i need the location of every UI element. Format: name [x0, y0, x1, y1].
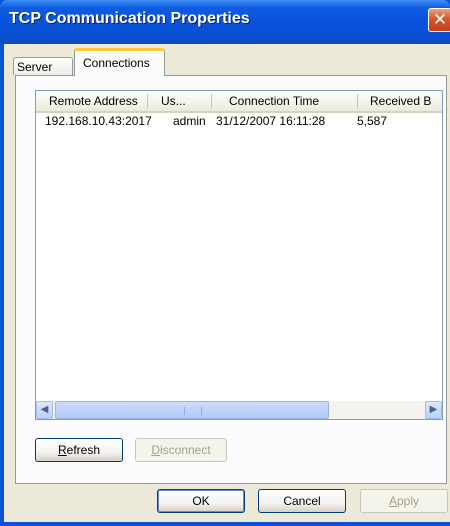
apply-mnemonic: A — [388, 494, 397, 508]
arrow-left-icon: ◀ — [40, 404, 49, 415]
scroll-right-button[interactable]: ▶ — [425, 401, 442, 419]
cell-remote-address: 192.168.10.43:2017 — [45, 114, 152, 128]
refresh-label: efresh — [66, 443, 101, 457]
list-header: Remote Address Us... Connection Time Rec… — [36, 91, 442, 113]
column-header-received-bytes[interactable]: Received B — [358, 91, 442, 111]
table-row[interactable]: 192.168.10.43:2017 admin 31/12/2007 16:1… — [36, 113, 442, 129]
grip-icon — [184, 407, 202, 415]
window-title: TCP Communication Properties — [9, 10, 250, 27]
tab-connections[interactable]: Connections — [74, 48, 165, 76]
column-header-connection-time[interactable]: Connection Time — [212, 91, 357, 111]
title-bar[interactable]: TCP Communication Properties ✕ — [0, 0, 450, 44]
scrollbar-thumb[interactable] — [55, 401, 329, 419]
scroll-left-button[interactable]: ◀ — [36, 401, 53, 419]
refresh-mnemonic: R — [57, 443, 67, 457]
apply-label: pply — [397, 494, 420, 508]
ok-button[interactable]: OK — [157, 489, 245, 513]
apply-button[interactable]: Apply — [360, 489, 448, 513]
close-button[interactable]: ✕ — [428, 8, 450, 32]
cell-user: admin — [173, 114, 206, 128]
column-header-user[interactable]: Us... — [148, 91, 211, 111]
tab-server[interactable]: Server — [13, 57, 73, 75]
connections-list[interactable]: Remote Address Us... Connection Time Rec… — [35, 90, 443, 420]
cancel-button[interactable]: Cancel — [258, 489, 346, 513]
column-header-remote-address[interactable]: Remote Address — [36, 91, 147, 111]
close-icon: ✕ — [432, 10, 448, 30]
disconnect-button[interactable]: Disconnect — [135, 438, 227, 462]
horizontal-scrollbar[interactable]: ◀ ▶ — [36, 401, 442, 419]
refresh-button[interactable]: Refresh — [35, 438, 123, 462]
disconnect-label: isconnect — [159, 443, 211, 457]
window-border — [0, 522, 450, 526]
disconnect-mnemonic: D — [151, 443, 160, 457]
cell-received-bytes: 5,587 — [357, 114, 388, 128]
cell-connection-time: 31/12/2007 16:11:28 — [216, 114, 326, 128]
arrow-right-icon: ▶ — [429, 404, 438, 415]
